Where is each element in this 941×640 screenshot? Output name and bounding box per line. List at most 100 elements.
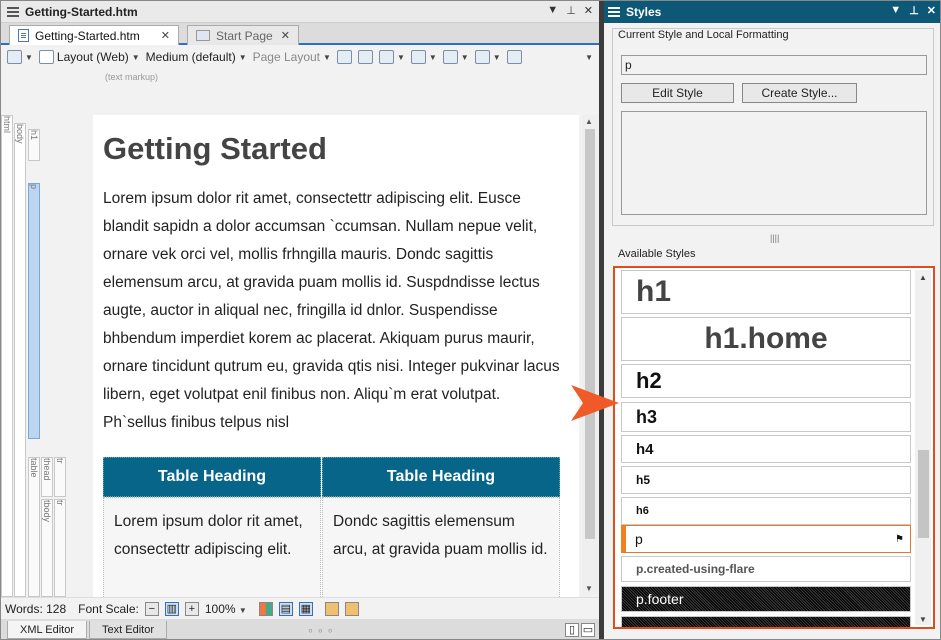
chevron-down-icon: ▼	[131, 52, 140, 62]
splitter-dots-icon[interactable]: ∘∘∘	[307, 624, 337, 637]
close-tab-icon[interactable]: ✕	[161, 29, 170, 42]
scroll-down-icon[interactable]: ▼	[919, 615, 927, 624]
tab-text-editor[interactable]: Text Editor	[89, 621, 167, 639]
structure-bar-thead[interactable]: thead	[41, 457, 53, 497]
scrollbar-thumb[interactable]	[585, 129, 595, 539]
scroll-up-icon[interactable]: ▲	[919, 273, 927, 282]
zoom-out-icon[interactable]: −	[144, 601, 159, 616]
preview-dropdown[interactable]: ▼	[7, 50, 33, 64]
edit-style-button[interactable]: Edit Style	[621, 83, 734, 103]
chevron-down-icon: ▼	[492, 52, 501, 62]
toolbar-overflow-icon[interactable]: ▼	[585, 53, 593, 62]
styles-title-bar: Styles ▼ ⊥ ✕	[604, 1, 940, 23]
body-paragraph[interactable]: Lorem ipsum dolor rit amet, consectettr …	[103, 185, 563, 437]
word-count: Words: 128	[5, 601, 67, 616]
style-item-h1-home[interactable]: h1.home	[621, 317, 911, 361]
scrollbar-thumb[interactable]	[918, 450, 929, 538]
flag-icon: ⚑	[895, 533, 904, 545]
insert-dropdown[interactable]: ▼	[442, 50, 469, 64]
table-cell[interactable]: Lorem ipsum dolor rit amet, consectettr …	[103, 497, 321, 597]
structure-bar-body[interactable]: body	[14, 123, 26, 597]
zoom-in-icon[interactable]: +	[184, 601, 199, 616]
table-cell[interactable]: Dondc sagittis elemensum arcu, at gravid…	[322, 497, 560, 597]
structure-bar-h1[interactable]: h1	[28, 129, 40, 161]
conditions-icon	[410, 50, 426, 64]
callout-arrow-icon	[571, 385, 619, 421]
available-styles-list[interactable]: h1 h1.home h2 h3 h4 h5 h6 p ⚑ p.created-…	[613, 266, 935, 629]
style-item-p-created-using-flare[interactable]: p.created-using-flare	[621, 556, 911, 582]
close-tab-icon[interactable]: ✕	[281, 29, 290, 42]
menu-grip-icon[interactable]	[7, 6, 19, 17]
zoom-reset-icon[interactable]: ▥	[164, 601, 179, 616]
structure-bar-table[interactable]: table	[28, 457, 40, 597]
structure-left-icon[interactable]: ▤	[278, 601, 293, 616]
current-style-field[interactable]: p	[621, 55, 927, 75]
tab-start-page[interactable]: Start Page ✕	[187, 25, 299, 45]
close-icon[interactable]: ✕	[584, 4, 593, 17]
close-icon[interactable]: ✕	[927, 4, 936, 17]
pin-icon[interactable]: ⊥	[566, 4, 576, 17]
chevron-down-icon: ▼	[460, 52, 469, 62]
styles-list-scrollbar[interactable]: ▲ ▼	[915, 270, 931, 625]
show-spans-icon[interactable]	[357, 50, 373, 64]
color-grid-icon[interactable]	[258, 601, 273, 616]
tab-xml-editor[interactable]: XML Editor	[7, 621, 88, 639]
editor-scrollbar[interactable]: ▲ ▼	[582, 115, 598, 595]
structure-bar-tr[interactable]: tr	[54, 457, 66, 497]
style-item-h4[interactable]: h4	[621, 435, 911, 463]
menu-grip-icon[interactable]	[608, 7, 620, 17]
font-scale-label: Font Scale:	[78, 601, 139, 616]
chevron-down-icon: ▼	[428, 52, 437, 62]
chevron-down-icon: ▼	[238, 52, 247, 62]
style-item-partial[interactable]	[621, 616, 911, 627]
medium-dropdown[interactable]: Medium (default) ▼	[146, 50, 247, 64]
dropdown-arrow-icon[interactable]: ▼	[547, 4, 558, 17]
ruler-horizontal-icon[interactable]	[324, 601, 339, 616]
layout-label: Layout (Web)	[56, 50, 129, 64]
tab-label: Getting-Started.htm	[35, 28, 140, 43]
style-item-p-footer[interactable]: p.footer	[621, 586, 911, 612]
structure-bar-html[interactable]: html	[1, 115, 13, 597]
local-formatting-box[interactable]	[621, 111, 927, 215]
conditions-dropdown[interactable]: ▼	[410, 50, 437, 64]
page-heading[interactable]: Getting Started	[103, 131, 327, 167]
tab-getting-started[interactable]: Getting-Started.htm ✕	[9, 25, 179, 45]
scroll-down-icon[interactable]: ▼	[585, 584, 593, 593]
chevron-down-icon: ▼	[25, 52, 33, 62]
info-icon[interactable]	[506, 50, 522, 64]
style-item-p[interactable]: p ⚑	[621, 525, 911, 553]
tab-label: Start Page	[216, 28, 273, 43]
structure-bar-tbody[interactable]: tbody	[41, 499, 53, 597]
styles-panel: Styles ▼ ⊥ ✕ Current Style and Local For…	[604, 1, 940, 639]
style-item-h5[interactable]: h5	[621, 466, 911, 494]
split-view-icon[interactable]: ▯	[565, 623, 579, 637]
table-heading-cell[interactable]: Table Heading	[322, 457, 560, 497]
font-dropdown[interactable]: ▼	[474, 50, 501, 64]
current-style-label: Current Style and Local Formatting	[618, 29, 789, 41]
style-item-h3[interactable]: h3	[621, 402, 911, 432]
split-horizontal-icon[interactable]: ▭	[581, 623, 595, 637]
zoom-value: 100%	[204, 601, 236, 616]
scroll-up-icon[interactable]: ▲	[585, 117, 593, 126]
font-icon	[474, 50, 490, 64]
style-item-h2[interactable]: h2	[621, 364, 911, 398]
chevron-down-icon: ▼	[238, 605, 247, 615]
create-style-button[interactable]: Create Style...	[742, 83, 857, 103]
dropdown-arrow-icon[interactable]: ▼	[890, 4, 901, 17]
style-item-h1[interactable]: h1	[621, 270, 911, 314]
document-canvas[interactable]: Getting Started Lorem ipsum dolor rit am…	[93, 115, 579, 597]
ruler-vertical-icon[interactable]	[344, 601, 359, 616]
show-blocks-icon[interactable]	[336, 50, 352, 64]
page-layout-dropdown[interactable]: Page Layout ▼	[253, 50, 331, 64]
zoom-dropdown[interactable]: 100% ▼	[205, 602, 247, 616]
structure-bar-p[interactable]: p	[28, 183, 40, 439]
tracking-dropdown[interactable]: ▼	[378, 50, 405, 64]
editor-mode-tabs: XML Editor Text Editor ∘∘∘ ▯ ▭	[1, 619, 599, 639]
structure-top-icon[interactable]: ▦	[298, 601, 313, 616]
style-item-h6[interactable]: h6	[621, 497, 911, 525]
table-heading-cell[interactable]: Table Heading	[103, 457, 321, 497]
layout-dropdown[interactable]: Layout (Web) ▼	[38, 50, 140, 64]
splitter-grip-icon[interactable]: ||||	[770, 233, 779, 243]
pin-icon[interactable]: ⊥	[909, 4, 919, 17]
structure-bar-tr[interactable]: tr	[54, 499, 66, 597]
